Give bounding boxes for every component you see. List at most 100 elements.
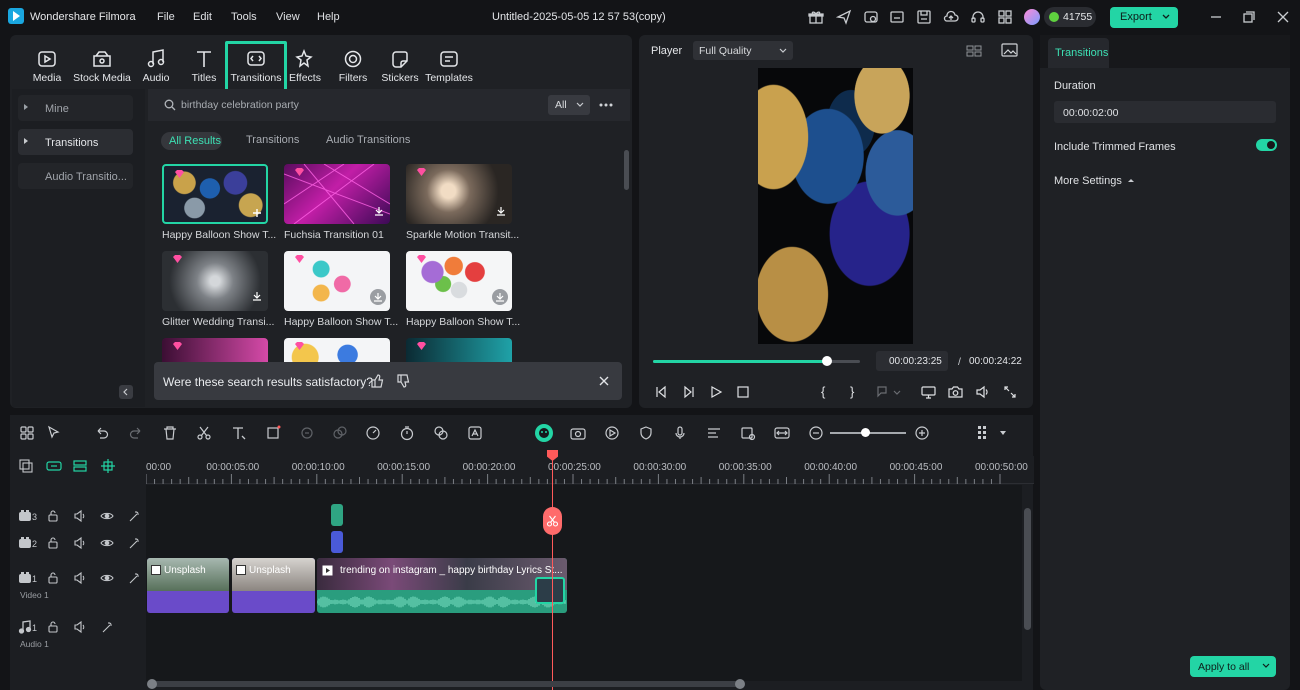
transition-marker[interactable]: [535, 577, 565, 604]
mute-speaker-icon[interactable]: [73, 536, 87, 550]
text-tool-icon[interactable]: [231, 425, 247, 441]
shield-icon[interactable]: [638, 425, 654, 441]
result-thumbnail-4[interactable]: [162, 251, 268, 311]
layout-grid-icon[interactable]: [19, 425, 35, 441]
playhead-line[interactable]: [552, 456, 553, 690]
menu-view[interactable]: View: [276, 11, 300, 23]
timer-icon[interactable]: [399, 425, 415, 441]
minimize-icon[interactable]: [1208, 9, 1224, 25]
translate-icon[interactable]: [467, 425, 483, 441]
toolbar-transitions[interactable]: Transitions: [228, 42, 284, 88]
thumbs-up-icon[interactable]: [370, 374, 384, 388]
redo-icon[interactable]: [128, 425, 144, 441]
marker-clip-green[interactable]: [331, 504, 343, 526]
lock-icon[interactable]: [46, 536, 60, 550]
avatar[interactable]: [1024, 9, 1040, 25]
more-settings-label[interactable]: More Settings: [1054, 175, 1122, 187]
video-clip-2[interactable]: Unsplash: [232, 558, 315, 613]
crop-icon[interactable]: [265, 425, 281, 441]
microphone-icon[interactable]: [672, 425, 688, 441]
result-thumbnail-1[interactable]: [162, 164, 268, 224]
download-icon[interactable]: [370, 289, 386, 305]
ripple-icon[interactable]: [101, 459, 115, 473]
playback-progress-handle[interactable]: [821, 356, 832, 366]
mark-out-icon[interactable]: }: [850, 384, 854, 399]
more-options-icon[interactable]: [599, 103, 613, 107]
eye-icon[interactable]: [100, 509, 114, 523]
playback-progress-track[interactable]: [653, 356, 860, 366]
video-clip-3[interactable]: trending on instagram _ happy birthday L…: [317, 558, 567, 613]
thumbs-down-icon[interactable]: [396, 374, 410, 388]
toolbar-stickers[interactable]: Stickers: [374, 42, 426, 88]
headset-icon[interactable]: [970, 9, 986, 25]
result-thumbnail-8[interactable]: [284, 338, 390, 362]
snapshot-image-icon[interactable]: [1001, 43, 1019, 58]
grid-view-icon[interactable]: [966, 44, 984, 58]
quality-select[interactable]: Full Quality: [693, 41, 793, 60]
credits-badge[interactable]: 41755: [1044, 7, 1096, 27]
search-bar[interactable]: birthday celebration party All: [148, 89, 630, 121]
filter-select[interactable]: All: [548, 95, 590, 115]
camera-snapshot-icon[interactable]: [948, 385, 963, 399]
sidebar-item-transitions[interactable]: Transitions: [18, 129, 133, 155]
timeline-vertical-scrollbar[interactable]: [1024, 508, 1031, 630]
toolbar-effects[interactable]: Effects: [279, 42, 331, 88]
export-button[interactable]: Export: [1110, 7, 1178, 28]
scroll-handle-left[interactable]: [147, 679, 157, 689]
next-frame-icon[interactable]: [682, 385, 696, 399]
menu-help[interactable]: Help: [317, 11, 340, 23]
menu-tools[interactable]: Tools: [231, 11, 257, 23]
zoom-in-icon[interactable]: [914, 425, 930, 441]
video-clip-1[interactable]: Unsplash: [147, 558, 229, 613]
sidebar-item-audio-transitions[interactable]: Audio Transitio...: [18, 163, 133, 189]
mute-speaker-icon[interactable]: [73, 509, 87, 523]
panel-layout-icon[interactable]: [975, 425, 991, 441]
mark-in-icon[interactable]: {: [821, 384, 825, 399]
tab-transitions[interactable]: Transitions: [246, 134, 299, 150]
result-thumbnail-2[interactable]: [284, 164, 390, 224]
auto-reframe-icon[interactable]: [570, 425, 586, 441]
toolbar-titles[interactable]: Titles: [178, 42, 230, 88]
caret-up-icon[interactable]: [1127, 177, 1135, 183]
snap-icon[interactable]: [73, 459, 87, 473]
add-icon[interactable]: [252, 208, 262, 218]
select-tool-icon[interactable]: [46, 425, 62, 441]
zoom-slider[interactable]: [830, 428, 906, 437]
tab-all-results[interactable]: All Results: [161, 132, 222, 150]
toolbar-stock-media[interactable]: Stock Media: [72, 42, 132, 88]
magic-wand-icon[interactable]: [127, 509, 141, 523]
lock-icon[interactable]: [46, 620, 60, 634]
undo-icon[interactable]: [94, 425, 110, 441]
split-scissors-button[interactable]: [543, 507, 562, 535]
tab-properties-transitions[interactable]: Transitions: [1048, 38, 1109, 68]
results-scrollbar[interactable]: [624, 150, 629, 190]
result-thumbnail-7[interactable]: [162, 338, 268, 362]
effects-mask-icon[interactable]: [433, 425, 449, 441]
eye-icon[interactable]: [100, 536, 114, 550]
zoom-slider-handle[interactable]: [861, 428, 870, 437]
image-replace-icon[interactable]: [740, 425, 756, 441]
screen-icon[interactable]: [889, 9, 905, 25]
mute-speaker-icon[interactable]: [73, 571, 87, 585]
maximize-icon[interactable]: [1241, 9, 1257, 25]
audio-mixer-icon[interactable]: [706, 425, 722, 441]
lock-icon[interactable]: [46, 571, 60, 585]
split-scissors-icon[interactable]: [196, 425, 212, 441]
toolbar-filters[interactable]: Filters: [327, 42, 379, 88]
motion-track-icon[interactable]: [604, 425, 620, 441]
prev-frame-icon[interactable]: [654, 385, 668, 399]
media-check-icon[interactable]: [863, 9, 879, 25]
link-clips-icon[interactable]: [46, 459, 62, 473]
apply-to-all-button[interactable]: Apply to all: [1190, 656, 1276, 677]
eye-icon[interactable]: [100, 571, 114, 585]
ai-assistant-icon[interactable]: [535, 424, 553, 442]
toolbar-audio[interactable]: Audio: [130, 42, 182, 88]
stop-icon[interactable]: [736, 385, 750, 399]
chevron-down-icon[interactable]: [999, 430, 1007, 436]
sidebar-item-mine[interactable]: Mine: [18, 95, 133, 121]
play-icon[interactable]: [709, 385, 723, 399]
gift-icon[interactable]: [808, 9, 824, 25]
search-input[interactable]: birthday celebration party: [181, 99, 299, 111]
tab-audio-transitions[interactable]: Audio Transitions: [326, 134, 410, 150]
mute-speaker-icon[interactable]: [73, 620, 87, 634]
